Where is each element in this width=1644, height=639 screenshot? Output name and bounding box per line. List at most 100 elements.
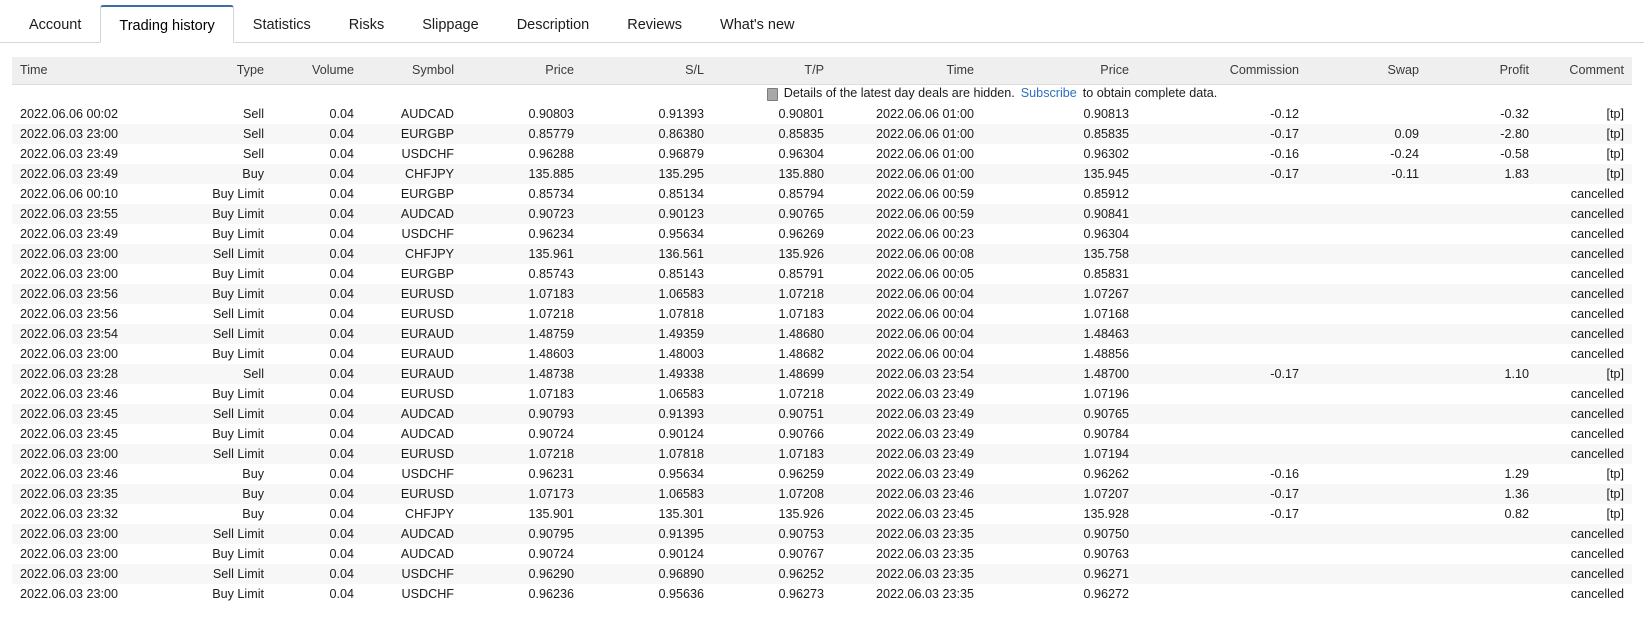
table-row[interactable]: 2022.06.03 23:00 Buy Limit 0.04 EURAUD 1.486… [12, 344, 1632, 364]
column-header-commission[interactable]: Commission [1137, 57, 1307, 85]
cell-type: Sell Limit [182, 524, 272, 544]
cell-profit [1427, 244, 1537, 264]
cell-price-open: 0.96288 [462, 144, 582, 164]
column-header-type[interactable]: Type [182, 57, 272, 85]
cell-profit: 0.82 [1427, 504, 1537, 524]
cell-time-open: 2022.06.03 23:49 [12, 164, 182, 184]
cell-time-close: 2022.06.03 23:54 [832, 364, 982, 384]
cell-profit: 1.29 [1427, 464, 1537, 484]
table-row[interactable]: 2022.06.03 23:00 Sell 0.04 EURGBP 0.85779 0.8… [12, 124, 1632, 144]
cell-tp: 0.96273 [712, 584, 832, 604]
column-header-time[interactable]: Time [12, 57, 182, 85]
cell-sl: 0.85143 [582, 264, 712, 284]
cell-tp: 0.90801 [712, 104, 832, 124]
cell-type: Buy Limit [182, 584, 272, 604]
column-header-price[interactable]: Price [462, 57, 582, 85]
cell-sl: 0.90124 [582, 544, 712, 564]
cell-comment: [tp] [1537, 464, 1632, 484]
table-row[interactable]: 2022.06.06 00:10 Buy Limit 0.04 EURGBP 0.857… [12, 184, 1632, 204]
cell-volume: 0.04 [272, 464, 362, 484]
tab-statistics[interactable]: Statistics [234, 5, 330, 43]
table-row[interactable]: 2022.06.03 23:46 Buy 0.04 USDCHF 0.96231 0.95… [12, 464, 1632, 484]
cell-profit [1427, 424, 1537, 444]
table-row[interactable]: 2022.06.03 23:32 Buy 0.04 CHFJPY 135.901 135.… [12, 504, 1632, 524]
column-header-volume[interactable]: Volume [272, 57, 362, 85]
table-body: Details of the latest day deals are hidd… [12, 84, 1632, 604]
table-row[interactable]: 2022.06.03 23:46 Buy Limit 0.04 EURUSD 1.071… [12, 384, 1632, 404]
tab-risks[interactable]: Risks [330, 5, 403, 43]
tab-account[interactable]: Account [10, 5, 100, 43]
table-row[interactable]: 2022.06.03 23:45 Sell Limit 0.04 AUDCAD 0.90… [12, 404, 1632, 424]
cell-time-open: 2022.06.03 23:46 [12, 464, 182, 484]
column-header-s-l[interactable]: S/L [582, 57, 712, 85]
cell-symbol: EURUSD [362, 384, 462, 404]
cell-commission [1137, 224, 1307, 244]
table-row[interactable]: 2022.06.03 23:49 Buy 0.04 CHFJPY 135.885 135.… [12, 164, 1632, 184]
table-row[interactable]: 2022.06.03 23:54 Sell Limit 0.04 EURAUD 1.48… [12, 324, 1632, 344]
tab-reviews[interactable]: Reviews [608, 5, 701, 43]
tab-trading-history[interactable]: Trading history [100, 5, 234, 43]
cell-commission: -0.16 [1137, 144, 1307, 164]
tab-bar: Account Trading history Statistics Risks Sli… [0, 0, 1644, 43]
tab-description[interactable]: Description [498, 5, 609, 43]
cell-profit [1427, 584, 1537, 604]
table-row[interactable]: 2022.06.03 23:00 Buy Limit 0.04 USDCHF 0.962… [12, 584, 1632, 604]
column-header-profit[interactable]: Profit [1427, 57, 1537, 85]
cell-time-close: 2022.06.03 23:35 [832, 564, 982, 584]
table-row[interactable]: 2022.06.03 23:49 Sell 0.04 USDCHF 0.96288 0.9… [12, 144, 1632, 164]
cell-price-close: 1.07194 [982, 444, 1137, 464]
cell-price-close: 0.96262 [982, 464, 1137, 484]
table-row[interactable]: 2022.06.03 23:00 Buy Limit 0.04 AUDCAD 0.907… [12, 544, 1632, 564]
table-row[interactable]: 2022.06.06 00:02 Sell 0.04 AUDCAD 0.90803 0.9… [12, 104, 1632, 124]
table-row[interactable]: 2022.06.03 23:49 Buy Limit 0.04 USDCHF 0.962… [12, 224, 1632, 244]
table-row[interactable]: 2022.06.03 23:56 Sell Limit 0.04 EURUSD 1.07… [12, 304, 1632, 324]
tab-what-s-new[interactable]: What's new [701, 5, 814, 43]
cell-tp: 1.48699 [712, 364, 832, 384]
cell-type: Sell Limit [182, 564, 272, 584]
cell-type: Sell [182, 124, 272, 144]
cell-profit: -2.80 [1427, 124, 1537, 144]
cell-time-open: 2022.06.03 23:00 [12, 524, 182, 544]
table-row[interactable]: 2022.06.03 23:00 Sell Limit 0.04 AUDCAD 0.90… [12, 524, 1632, 544]
cell-swap [1307, 324, 1427, 344]
table-row[interactable]: 2022.06.03 23:00 Sell Limit 0.04 CHFJPY 135.… [12, 244, 1632, 264]
cell-symbol: AUDCAD [362, 404, 462, 424]
table-row[interactable]: 2022.06.03 23:00 Sell Limit 0.04 USDCHF 0.96… [12, 564, 1632, 584]
cell-swap [1307, 384, 1427, 404]
column-header-t-p[interactable]: T/P [712, 57, 832, 85]
cell-time-close: 2022.06.03 23:49 [832, 444, 982, 464]
cell-comment: [tp] [1537, 364, 1632, 384]
column-header-swap[interactable]: Swap [1307, 57, 1427, 85]
column-header-price[interactable]: Price [982, 57, 1137, 85]
column-header-symbol[interactable]: Symbol [362, 57, 462, 85]
cell-type: Sell Limit [182, 324, 272, 344]
table-row[interactable]: 2022.06.03 23:00 Sell Limit 0.04 EURUSD 1.07… [12, 444, 1632, 464]
cell-price-close: 1.48463 [982, 324, 1137, 344]
cell-time-close: 2022.06.03 23:49 [832, 464, 982, 484]
table-row[interactable]: 2022.06.03 23:35 Buy 0.04 EURUSD 1.07173 1.06… [12, 484, 1632, 504]
cell-swap [1307, 564, 1427, 584]
cell-symbol: EURAUD [362, 324, 462, 344]
table-row[interactable]: 2022.06.03 23:28 Sell 0.04 EURAUD 1.48738 1.4… [12, 364, 1632, 384]
column-header-time[interactable]: Time [832, 57, 982, 85]
cell-tp: 1.07208 [712, 484, 832, 504]
cell-profit [1427, 344, 1537, 364]
cell-tp: 1.07183 [712, 304, 832, 324]
table-row[interactable]: 2022.06.03 23:00 Buy Limit 0.04 EURGBP 0.857… [12, 264, 1632, 284]
cell-sl: 0.96879 [582, 144, 712, 164]
cell-price-open: 0.96236 [462, 584, 582, 604]
cell-volume: 0.04 [272, 344, 362, 364]
table-row[interactable]: 2022.06.03 23:45 Buy Limit 0.04 AUDCAD 0.907… [12, 424, 1632, 444]
cell-price-open: 0.85779 [462, 124, 582, 144]
cell-time-open: 2022.06.03 23:00 [12, 544, 182, 564]
cell-sl: 1.07818 [582, 444, 712, 464]
cell-volume: 0.04 [272, 384, 362, 404]
cell-time-open: 2022.06.03 23:56 [12, 284, 182, 304]
column-header-comment[interactable]: Comment [1537, 57, 1632, 85]
table-row[interactable]: 2022.06.03 23:55 Buy Limit 0.04 AUDCAD 0.907… [12, 204, 1632, 224]
cell-commission: -0.17 [1137, 364, 1307, 384]
cell-profit [1427, 324, 1537, 344]
table-row[interactable]: 2022.06.03 23:56 Buy Limit 0.04 EURUSD 1.071… [12, 284, 1632, 304]
subscribe-link[interactable]: Subscribe [1021, 86, 1077, 100]
tab-slippage[interactable]: Slippage [403, 5, 497, 43]
